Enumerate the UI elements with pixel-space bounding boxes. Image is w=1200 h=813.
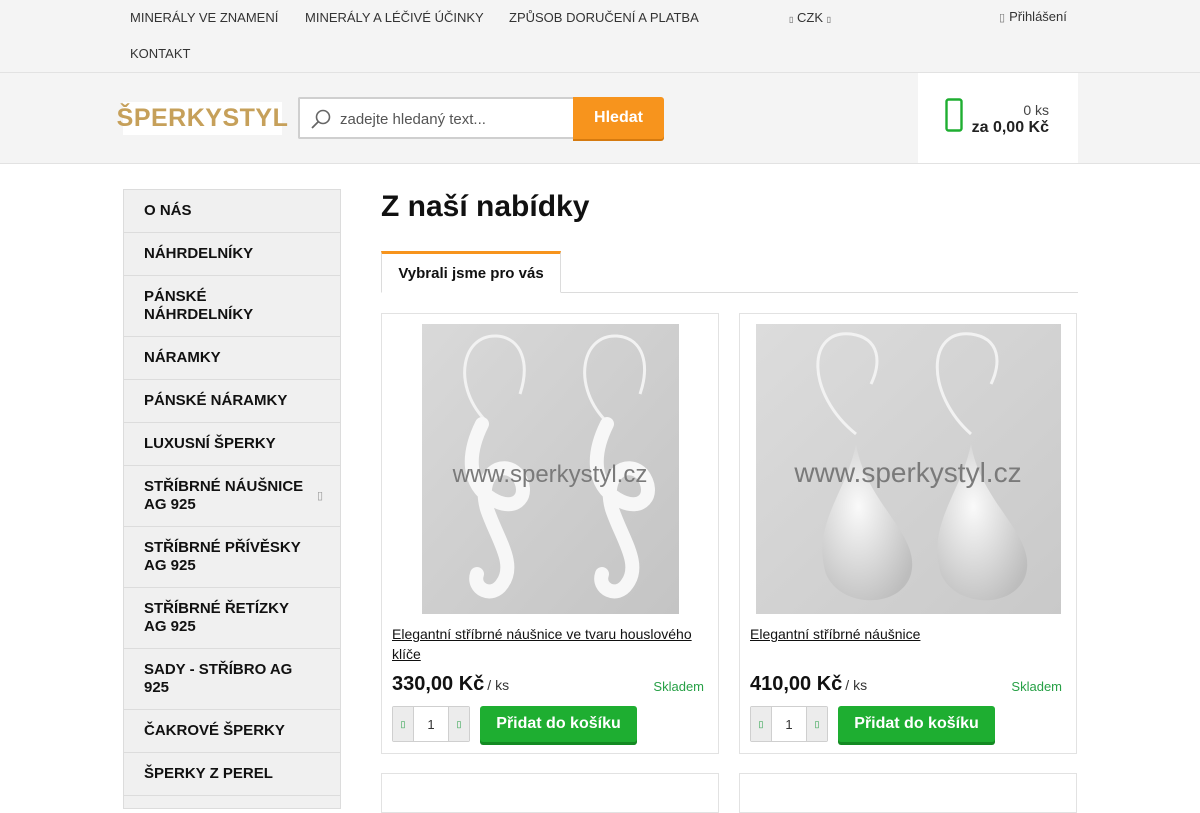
search-button[interactable]: Hledat <box>573 97 664 139</box>
site-logo[interactable]: ŠPERKYSTYL <box>117 102 288 135</box>
sidebar-item-label: Šperky z perel <box>144 765 273 782</box>
sidebar-item-label: O nás <box>144 202 192 219</box>
watermark: www.sperkystyl.cz <box>793 457 1021 488</box>
product-image[interactable]: www.sperkystyl.cz <box>422 324 679 614</box>
login-link[interactable]: ▯ Přihlášení <box>999 9 1067 24</box>
product-name-link[interactable]: Elegantní stříbrné náušnice <box>750 624 1050 644</box>
quantity-input[interactable]: 1 <box>772 707 806 741</box>
sidebar-item-silver-chains[interactable]: Stříbrné řetízky Ag 925 <box>124 588 340 649</box>
increase-button[interactable]: ▯ <box>448 707 469 741</box>
sidebar-item-label: Stříbrné náušnice Ag 925 <box>144 478 304 513</box>
sidebar-item-label: Sady - stříbro Ag 925 <box>144 661 293 696</box>
sidebar-item-about[interactable]: O nás <box>124 190 340 233</box>
cart-quantity: 0 ks <box>1023 102 1049 118</box>
nav-minerals-healing[interactable]: Minerály a léčivé účinky <box>305 10 484 25</box>
product-image[interactable]: www.sperkystyl.cz <box>756 324 1061 614</box>
product-price: 410,00 Kč / ks <box>750 673 867 696</box>
sidebar-item-pearls[interactable]: Šperky z perel <box>124 753 340 796</box>
sidebar-item-mens-necklaces[interactable]: Pánské náhrdelníky <box>124 276 340 337</box>
decrease-button[interactable]: ▯ <box>751 707 772 741</box>
product-price: 330,00 Kč / ks <box>392 673 509 696</box>
sidebar-item-bracelets[interactable]: Náramky <box>124 337 340 380</box>
price-value: 410,00 Kč <box>750 673 843 695</box>
decrease-button[interactable]: ▯ <box>393 707 414 741</box>
currency-label: CZK <box>797 10 824 25</box>
sidebar-item-label: Pánské náhrdelníky <box>144 288 254 323</box>
product-card <box>739 773 1077 813</box>
sidebar-item-label: Stříbrné přívěsky Ag 925 <box>144 539 301 574</box>
stock-status: Skladem <box>653 679 704 694</box>
page-title: Z naší nabídky <box>381 190 590 223</box>
top-bar: Minerály ve znamení Minerály a léčivé úč… <box>0 0 1200 73</box>
header: ŠPERKYSTYL Hledat 0 ks za 0,00 Kč <box>0 73 1200 164</box>
logo-text: ŠPERKYSTYL <box>116 104 289 132</box>
chevron-right-icon: ▯ <box>316 490 323 502</box>
cart-icon <box>945 98 963 132</box>
nav-minerals-zodiac[interactable]: Minerály ve znamení <box>130 10 278 25</box>
sidebar-item-chakra[interactable]: Čakrové šperky <box>124 710 340 753</box>
sidebar-item-label: Náramky <box>144 349 221 366</box>
search-icon <box>311 109 331 129</box>
price-value: 330,00 Kč <box>392 673 485 695</box>
product-card: www.sperkystyl.cz Elegantní stříbrné náu… <box>381 313 719 754</box>
category-sidebar: O nás Náhrdelníky Pánské náhrdelníky Nár… <box>123 189 341 809</box>
product-card: www.sperkystyl.cz Elegantní stříbrné náu… <box>739 313 1077 754</box>
sidebar-item-necklaces[interactable]: Náhrdelníky <box>124 233 340 276</box>
sidebar-item-luxury[interactable]: Luxusní šperky <box>124 423 340 466</box>
tab-recommended[interactable]: Vybrali jsme pro vás <box>381 251 561 293</box>
sidebar-item-label: Luxusní šperky <box>144 435 276 452</box>
search-box <box>298 97 574 139</box>
cart-widget[interactable]: 0 ks za 0,00 Kč <box>918 73 1078 163</box>
sidebar-item-label: Čakrové šperky <box>144 722 285 739</box>
login-label: Přihlášení <box>1009 9 1067 24</box>
price-unit: / ks <box>487 677 510 693</box>
search-input[interactable] <box>340 108 566 130</box>
nav-delivery-payment[interactable]: Způsob doručení a platba <box>509 10 699 25</box>
watermark: www.sperkystyl.cz <box>452 461 648 488</box>
sidebar-item-mens-bracelets[interactable]: Pánské náramky <box>124 380 340 423</box>
quantity-input[interactable]: 1 <box>414 707 448 741</box>
user-icon: ▯ <box>999 12 1006 24</box>
currency-icon: ▯ <box>789 15 794 24</box>
product-photo-treble-clef-earrings: www.sperkystyl.cz <box>422 324 679 614</box>
add-to-cart-button[interactable]: Přidat do košíku <box>480 706 637 742</box>
sidebar-item-silver-earrings[interactable]: Stříbrné náušnice Ag 925 ▯ <box>124 466 340 527</box>
sidebar-item-silver-pendants[interactable]: Stříbrné přívěsky Ag 925 <box>124 527 340 588</box>
add-to-cart-button[interactable]: Přidat do košíku <box>838 706 995 742</box>
sidebar-item-label: Stříbrné řetízky Ag 925 <box>144 600 289 635</box>
product-name-link[interactable]: Elegantní stříbrné náušnice ve tvaru hou… <box>392 624 692 664</box>
stock-status: Skladem <box>1011 679 1062 694</box>
cart-total: za 0,00 Kč <box>971 119 1049 136</box>
price-unit: / ks <box>845 677 868 693</box>
quantity-stepper: ▯ 1 ▯ <box>750 706 828 742</box>
product-card <box>381 773 719 813</box>
sidebar-item-silver-sets[interactable]: Sady - stříbro Ag 925 <box>124 649 340 710</box>
currency-selector[interactable]: ▯ CZK ▯ <box>789 10 831 25</box>
sidebar-item-label: Pánské náramky <box>144 392 288 409</box>
chevron-down-icon: ▯ <box>826 15 832 24</box>
sidebar-item-label: Náhrdelníky <box>144 245 254 262</box>
product-photo-drop-earrings: www.sperkystyl.cz <box>756 324 1061 614</box>
nav-contact[interactable]: Kontakt <box>130 46 190 61</box>
increase-button[interactable]: ▯ <box>806 707 827 741</box>
quantity-stepper: ▯ 1 ▯ <box>392 706 470 742</box>
